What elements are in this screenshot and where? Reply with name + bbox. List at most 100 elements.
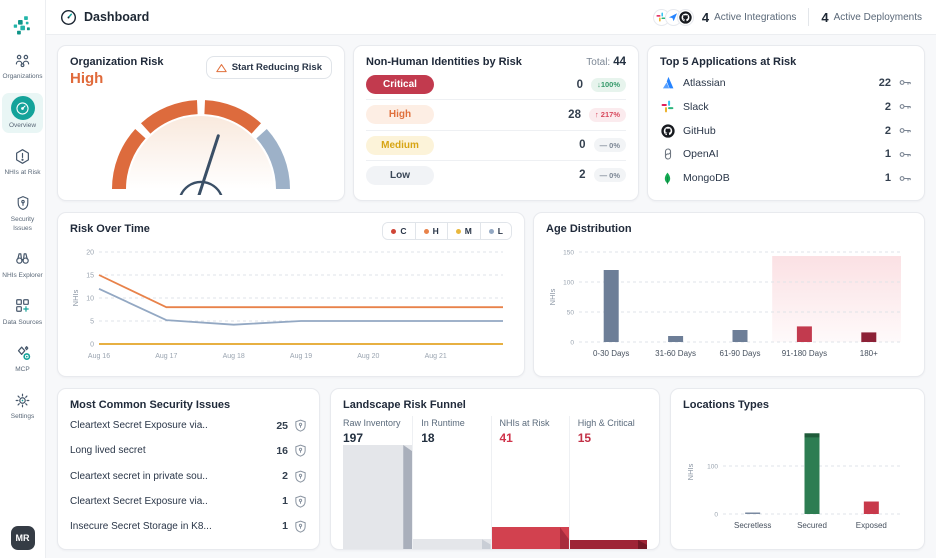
app-name: GitHub: [683, 124, 716, 137]
sidebar-item-label: NHIs at Risk: [4, 169, 41, 177]
legend-label: C: [400, 226, 407, 237]
age-distribution-chart: 0 50 100 150 NHIs 0-30 Days 31-60 Days 61-90 Da…: [542, 241, 916, 372]
integration-badges[interactable]: [652, 8, 694, 26]
funnel-block-bevel: [481, 539, 491, 549]
svg-text:100: 100: [707, 464, 718, 471]
page-title: Dashboard: [84, 10, 150, 24]
nhi-total: Total: 44: [586, 56, 626, 68]
app-row-github[interactable]: GitHub 2: [660, 119, 912, 143]
app-row-atlassian[interactable]: Atlassian 22: [660, 71, 912, 95]
top-apps-card: Top 5 Applications at Risk Atlassian 22 Sl…: [647, 45, 925, 202]
sidebar-item-settings[interactable]: Settings: [2, 386, 43, 424]
legend-item-h[interactable]: H: [414, 223, 447, 240]
issue-count: 25: [276, 419, 288, 432]
issue-count: 1: [282, 520, 288, 533]
risk-over-time-card: Risk Over Time CHML 0 5 10 15 20 NHIs Aug 16 Au…: [57, 212, 525, 377]
funnel-stage-label: In Runtime: [421, 418, 465, 428]
svg-text:20: 20: [86, 249, 94, 256]
nhi-count: 0: [579, 139, 586, 152]
key-icon: [899, 102, 912, 111]
nhis-explorer-icon: [12, 248, 34, 270]
legend-item-l[interactable]: L: [479, 223, 511, 240]
svg-text:Secretless: Secretless: [733, 521, 770, 530]
svg-text:NHIs: NHIs: [71, 289, 80, 306]
legend-dot: [488, 228, 494, 234]
app-risk-count: 1: [884, 172, 891, 185]
sidebar-item-nhis-explorer[interactable]: NHIs Explorer: [2, 245, 43, 283]
app-name: OpenAI: [683, 148, 719, 161]
funnel-stage-raw-inventory: Raw Inventory 197: [343, 416, 413, 549]
dashboard-gauge-icon: [60, 9, 77, 26]
top-apps-title: Top 5 Applications at Risk: [660, 56, 797, 68]
organization-risk-level: High: [70, 70, 104, 87]
svg-text:5: 5: [90, 318, 94, 325]
funnel-block-area: [343, 445, 413, 549]
trend-badge: ↑ 217%: [588, 107, 626, 122]
nhi-count: 0: [576, 78, 584, 91]
sidebar-item-label: Data Sources: [2, 318, 43, 326]
sidebar-item-nhis-at-risk[interactable]: NHIs at Risk: [2, 142, 43, 180]
landscape-funnel-title: Landscape Risk Funnel: [343, 399, 466, 411]
funnel-block-area: [491, 445, 569, 549]
sidebar-item-label: MCP: [15, 365, 30, 373]
funnel-stage-label: Raw Inventory: [343, 418, 401, 428]
legend-dot: [455, 228, 461, 234]
nhi-by-risk-card: Non-Human Identities by Risk Total: 44 Cr…: [353, 45, 639, 202]
app-row-openai[interactable]: OpenAI 1: [660, 142, 912, 166]
svg-text:15: 15: [86, 272, 94, 279]
sidebar-item-label: Settings: [10, 413, 35, 420]
risk-over-time-chart: 0 5 10 15 20 NHIs Aug 16 Aug 17 Aug 18 Aug 19 Aug …: [66, 241, 516, 372]
funnel-block-bevel: [403, 445, 413, 549]
shield-icon: [294, 419, 307, 432]
legend-label: H: [432, 226, 439, 237]
key-icon: [899, 174, 912, 183]
user-avatar[interactable]: MR: [10, 526, 35, 550]
legend-item-m[interactable]: M: [446, 223, 480, 240]
sidebar-item-overview[interactable]: Overview: [2, 93, 43, 134]
active-integrations-count: 4: [701, 9, 710, 25]
sidebar-item-security-issues[interactable]: Security Issues: [2, 189, 43, 235]
legend-dot: [423, 228, 429, 234]
nhi-count: 28: [568, 108, 581, 121]
svg-text:Aug 19: Aug 19: [290, 353, 312, 360]
top-bar: Dashboard 4 Active Integrations 4 Active…: [46, 0, 936, 35]
issue-row[interactable]: Cleartext secret in private sou.. 2: [70, 463, 307, 488]
funnel-stage-high-critical: High & Critical 15: [568, 416, 647, 549]
sidebar-item-data-sources[interactable]: Data Sources: [2, 292, 43, 330]
header-divider: [808, 8, 810, 26]
locations-types-title: Locations Types: [683, 399, 769, 411]
issue-row[interactable]: Cleartext Secret Exposure via.. 25: [70, 413, 307, 438]
legend-label: M: [464, 226, 472, 237]
svg-text:61-90 Days: 61-90 Days: [720, 349, 761, 358]
active-deployments-label: Active Deployments: [833, 11, 922, 23]
trend-badge: ↓100%: [591, 77, 626, 92]
funnel-stage-value: 18: [421, 431, 435, 445]
app-row-slack[interactable]: Slack 2: [660, 95, 912, 119]
svg-text:Aug 20: Aug 20: [357, 353, 379, 360]
legend-item-c[interactable]: C: [383, 223, 415, 240]
atlassian-logo-icon: [660, 75, 675, 90]
issue-row[interactable]: Cleartext Secret Exposure via.. 1: [70, 489, 307, 514]
github-logo-icon: [660, 123, 675, 138]
app-row-mongodb[interactable]: MongoDB 1: [660, 166, 912, 190]
risk-pill-critical[interactable]: Critical: [366, 75, 434, 95]
sidebar-item-mcp[interactable]: MCP: [2, 339, 43, 377]
funnel-stage-label: NHIs at Risk: [499, 418, 550, 428]
security-issues-title: Most Common Security Issues: [70, 399, 231, 411]
issue-count: 2: [282, 470, 288, 482]
nhis-at-risk-icon: [12, 145, 34, 167]
risk-pill-high[interactable]: High: [366, 105, 434, 125]
key-icon: [899, 126, 912, 135]
issue-row[interactable]: Long lived secret 16: [70, 438, 307, 463]
start-reducing-risk-button[interactable]: Start Reducing Risk: [205, 56, 332, 79]
age-distribution-title: Age Distribution: [546, 223, 632, 236]
sidebar-item-label: NHIs Explorer: [2, 271, 43, 279]
risk-pill-medium[interactable]: Medium: [366, 135, 434, 155]
issue-label: Cleartext secret in private sou..: [70, 470, 208, 482]
svg-text:0: 0: [714, 512, 718, 519]
sidebar-item-organizations[interactable]: Organizations: [2, 46, 43, 84]
security-issues-card: Most Common Security Issues Cleartext Se…: [57, 388, 320, 550]
issue-row[interactable]: Insecure Secret Storage in K8... 1: [70, 514, 307, 539]
shield-icon: [294, 495, 307, 508]
risk-pill-low[interactable]: Low: [366, 165, 434, 185]
